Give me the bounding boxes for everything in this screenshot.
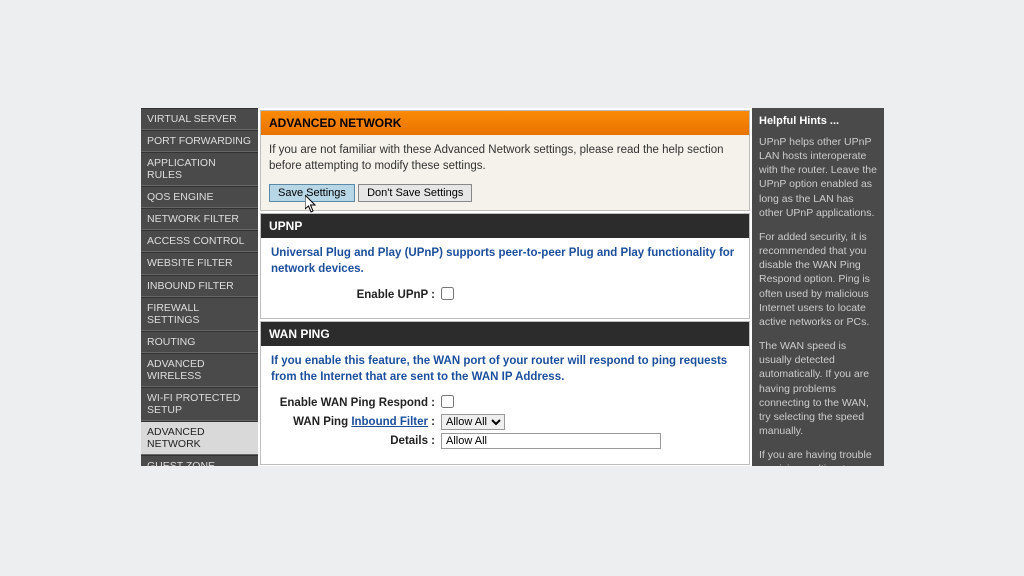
sidebar-item-advanced-network[interactable]: ADVANCED NETWORK xyxy=(141,421,258,455)
wan-ping-filter-label-pre: WAN Ping xyxy=(293,416,351,428)
helpful-hints-panel: Helpful Hints ... UPnP helps other UPnP … xyxy=(752,108,884,466)
wan-ping-panel: WAN PING If you enable this feature, the… xyxy=(260,321,750,465)
save-settings-button[interactable]: Save Settings xyxy=(269,184,355,202)
sidebar-item-access-control[interactable]: ACCESS CONTROL xyxy=(141,230,258,252)
sidebar-item-inbound-filter[interactable]: INBOUND FILTER xyxy=(141,275,258,297)
hint-upnp: UPnP helps other UPnP LAN hosts interope… xyxy=(759,135,877,220)
enable-wan-ping-checkbox[interactable] xyxy=(441,395,454,408)
advanced-network-body: If you are not familiar with these Advan… xyxy=(261,135,749,210)
upnp-description: Universal Plug and Play (UPnP) supports … xyxy=(271,246,739,277)
wan-ping-filter-label-post: : xyxy=(428,416,435,428)
inbound-filter-link[interactable]: Inbound Filter xyxy=(351,416,428,428)
wan-ping-header: WAN PING xyxy=(261,322,749,346)
router-admin-frame: VIRTUAL SERVER PORT FORWARDING APPLICATI… xyxy=(141,108,884,466)
dont-save-settings-button[interactable]: Don't Save Settings xyxy=(358,184,472,202)
sidebar-item-qos-engine[interactable]: QOS ENGINE xyxy=(141,186,258,208)
main-content: ADVANCED NETWORK If you are not familiar… xyxy=(258,108,752,466)
upnp-header: UPNP xyxy=(261,214,749,238)
advanced-network-intro: If you are not familiar with these Advan… xyxy=(269,143,741,174)
wan-ping-details-label: Details : xyxy=(271,435,441,447)
upnp-body: Universal Plug and Play (UPnP) supports … xyxy=(261,238,749,318)
enable-upnp-label: Enable UPnP : xyxy=(271,289,441,301)
sidebar: VIRTUAL SERVER PORT FORWARDING APPLICATI… xyxy=(141,108,258,466)
upnp-panel: UPNP Universal Plug and Play (UPnP) supp… xyxy=(260,213,750,319)
wan-ping-description: If you enable this feature, the WAN port… xyxy=(271,354,739,385)
wan-ping-filter-label: WAN Ping Inbound Filter : xyxy=(271,416,441,428)
enable-wan-ping-label: Enable WAN Ping Respond : xyxy=(271,397,441,409)
sidebar-item-virtual-server[interactable]: VIRTUAL SERVER xyxy=(141,108,258,130)
wan-ping-body: If you enable this feature, the WAN port… xyxy=(261,346,749,464)
sidebar-item-wifi-protected-setup[interactable]: WI-FI PROTECTED SETUP xyxy=(141,387,258,421)
sidebar-item-firewall-settings[interactable]: FIREWALL SETTINGS xyxy=(141,297,258,331)
wan-ping-filter-select[interactable]: Allow All xyxy=(441,414,505,430)
sidebar-item-advanced-wireless[interactable]: ADVANCED WIRELESS xyxy=(141,353,258,387)
sidebar-item-port-forwarding[interactable]: PORT FORWARDING xyxy=(141,130,258,152)
sidebar-item-guest-zone[interactable]: GUEST ZONE xyxy=(141,455,258,466)
sidebar-item-application-rules[interactable]: APPLICATION RULES xyxy=(141,152,258,186)
enable-upnp-checkbox[interactable] xyxy=(441,287,454,300)
advanced-network-panel: ADVANCED NETWORK If you are not familiar… xyxy=(260,110,750,211)
hint-wan-ping: For added security, it is recommended th… xyxy=(759,230,877,329)
hint-wan-speed: The WAN speed is usually detected automa… xyxy=(759,339,877,438)
advanced-network-header: ADVANCED NETWORK xyxy=(261,111,749,135)
wan-ping-details-input[interactable] xyxy=(441,433,661,449)
sidebar-item-routing[interactable]: ROUTING xyxy=(141,331,258,353)
helpful-hints-title: Helpful Hints ... xyxy=(759,114,877,129)
hint-multicast: If you are having trouble receiving mult… xyxy=(759,448,877,466)
sidebar-item-network-filter[interactable]: NETWORK FILTER xyxy=(141,208,258,230)
sidebar-item-website-filter[interactable]: WEBSITE FILTER xyxy=(141,252,258,274)
